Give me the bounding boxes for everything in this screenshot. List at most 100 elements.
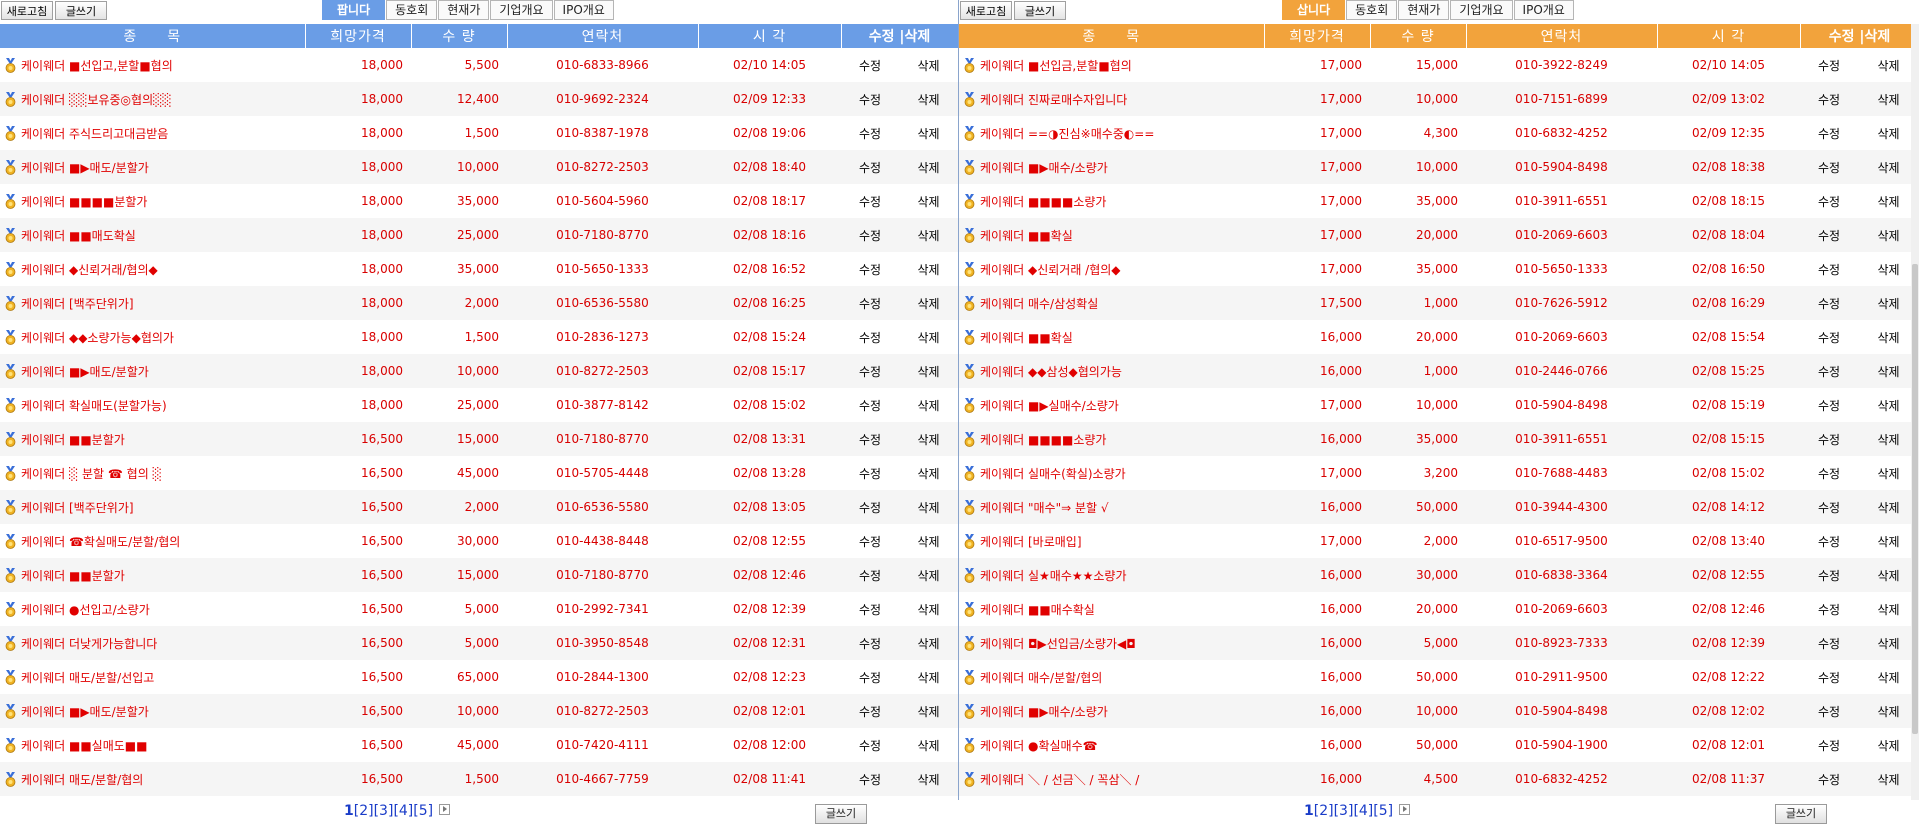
delete-link[interactable]: 삭제 (899, 48, 958, 82)
listing-title-cell[interactable]: 케이웨더 매도/분할/협의 (0, 762, 305, 796)
listing-title[interactable]: 케이웨더 ==◑진심※매수중◐== (980, 127, 1154, 141)
listing-title[interactable]: 케이웨더 매도/분할/협의 (21, 773, 143, 787)
scroll-thumb[interactable] (1912, 264, 1918, 734)
listing-title[interactable]: 케이웨더 ■■■■소량가 (980, 195, 1106, 209)
delete-link[interactable]: 삭제 (1858, 388, 1919, 422)
listing-title-cell[interactable]: 케이웨더 ░░보유중◎협의░░ (0, 82, 305, 116)
edit-link[interactable]: 수정 (1800, 218, 1858, 252)
page-link-3[interactable]: [3] (374, 803, 394, 819)
delete-link[interactable]: 삭제 (899, 456, 958, 490)
page-link-2[interactable]: [2] (354, 803, 374, 819)
edit-link[interactable]: 수정 (841, 626, 899, 660)
delete-link[interactable]: 삭제 (899, 592, 958, 626)
edit-link[interactable]: 수정 (1800, 524, 1858, 558)
listing-title[interactable]: 케이웨더 매수/삼성확실 (980, 297, 1098, 311)
delete-link[interactable]: 삭제 (899, 694, 959, 728)
listing-title-cell[interactable]: 케이웨더 매수/삼성확실 (959, 286, 1264, 320)
listing-title-cell[interactable]: 케이웨더 실★매수★★소량가 (959, 558, 1264, 592)
edit-link[interactable]: 수정 (1800, 456, 1858, 490)
delete-link[interactable]: 삭제 (899, 252, 958, 286)
listing-title[interactable]: 케이웨더 ■▶매수/소량가 (980, 705, 1108, 719)
edit-link[interactable]: 수정 (1800, 660, 1858, 694)
listing-title[interactable]: 케이웨더 "매수"⇒ 분할 √ (980, 501, 1109, 515)
delete-link[interactable]: 삭제 (1858, 252, 1919, 286)
listing-title-cell[interactable]: 케이웨더 ■▶매도/분할가 (0, 694, 305, 728)
edit-link[interactable]: 수정 (841, 286, 899, 320)
delete-link[interactable]: 삭제 (899, 626, 959, 660)
tab-ipo-overview[interactable]: IPO개요 (1513, 0, 1574, 20)
delete-link[interactable]: 삭제 (1858, 694, 1919, 728)
listing-title[interactable]: 케이웨더 ◘▶선입금/소량가◀◘ (980, 637, 1136, 651)
listing-title-cell[interactable]: 케이웨더 ◆◆삼성◆협의가능 (959, 354, 1264, 388)
listing-title-cell[interactable]: 케이웨더 ■▶실매수/소량가 (959, 388, 1264, 422)
edit-link[interactable]: 수정 (841, 116, 899, 150)
listing-title[interactable]: 케이웨더 ■선입금,분할■협의 (980, 59, 1132, 73)
edit-link[interactable]: 수정 (1800, 286, 1858, 320)
edit-link[interactable]: 수정 (1800, 388, 1858, 422)
edit-link[interactable]: 수정 (1800, 694, 1858, 728)
tab-sell[interactable]: 팝니다 (322, 0, 386, 20)
listing-title[interactable]: 케이웨더 ■■확실 (980, 331, 1073, 345)
listing-title[interactable]: 케이웨더 ■■■■소량가 (980, 433, 1106, 447)
page-link-5[interactable]: [5] (413, 803, 433, 819)
edit-link[interactable]: 수정 (1800, 728, 1858, 762)
delete-link[interactable]: 삭제 (1858, 116, 1919, 150)
listing-title-cell[interactable]: 케이웨더 ☎확실매도/분할/협의 (0, 524, 305, 558)
delete-link[interactable]: 삭제 (1858, 82, 1919, 116)
delete-link[interactable]: 삭제 (899, 524, 958, 558)
listing-title-cell[interactable]: 케이웨더 매수/분할/협의 (959, 660, 1264, 694)
listing-title-cell[interactable]: 케이웨더 더낮게가능합니다 (0, 626, 305, 660)
listing-title-cell[interactable]: 케이웨더 확실매도(분할가능) (0, 388, 305, 422)
edit-link[interactable]: 수정 (1800, 592, 1858, 626)
delete-link[interactable]: 삭제 (1858, 354, 1919, 388)
listing-title[interactable]: 케이웨더 ■■실매도■■ (21, 739, 147, 753)
delete-link[interactable]: 삭제 (1858, 218, 1919, 252)
listing-title[interactable]: 케이웨더 ■■분할가 (21, 433, 125, 447)
listing-title-cell[interactable]: 케이웨더 [바로매입] (959, 524, 1264, 558)
delete-link[interactable]: 삭제 (899, 422, 959, 456)
listing-title-cell[interactable]: 케이웨더 ■▶매도/분할가 (0, 150, 305, 184)
edit-link[interactable]: 수정 (841, 558, 899, 592)
listing-title-cell[interactable]: 케이웨더 ■▶매수/소량가 (959, 694, 1264, 728)
listing-title[interactable]: 케이웨더 실★매수★★소량가 (980, 569, 1127, 583)
listing-title-cell[interactable]: 케이웨더 ◘▶선입금/소량가◀◘ (959, 626, 1264, 660)
buy-write-button[interactable]: 글쓰기 (1014, 1, 1066, 20)
listing-title-cell[interactable]: 케이웨더 ■■■■소량가 (959, 184, 1264, 218)
listing-title[interactable]: 케이웨더 ◆◆삼성◆협의가능 (980, 365, 1122, 379)
delete-link[interactable]: 삭제 (1858, 728, 1919, 762)
listing-title-cell[interactable]: 케이웨더 ■■확실 (959, 320, 1264, 354)
listing-title[interactable]: 케이웨더 ■▶매도/분할가 (21, 161, 149, 175)
delete-link[interactable]: 삭제 (1858, 626, 1919, 660)
listing-title[interactable]: 케이웨더 ■■■■분할가 (21, 195, 147, 209)
next-arrow-icon[interactable] (439, 804, 451, 815)
listing-title[interactable]: 케이웨더 확실매도(분할가능) (21, 399, 167, 413)
listing-title-cell[interactable]: 케이웨더 ●확실매수☎ (959, 728, 1264, 762)
delete-link[interactable]: 삭제 (1858, 184, 1919, 218)
listing-title-cell[interactable]: 케이웨더 ●선입고/소량가 (0, 592, 305, 626)
edit-link[interactable]: 수정 (841, 320, 899, 354)
edit-link[interactable]: 수정 (1800, 354, 1858, 388)
listing-title[interactable]: 케이웨더 ◆신뢰거래 /협의◆ (980, 263, 1121, 277)
listing-title[interactable]: 케이웨더 주식드리고대금받음 (21, 127, 168, 141)
listing-title[interactable]: 케이웨더 실매수(확실)소량가 (980, 467, 1126, 481)
listing-title[interactable]: 케이웨더 진짜로매수자입니다 (980, 93, 1127, 107)
listing-title[interactable]: 케이웨더 ●확실매수☎ (980, 739, 1098, 753)
delete-link[interactable]: 삭제 (899, 762, 959, 796)
edit-link[interactable]: 수정 (841, 184, 899, 218)
page-link-4[interactable]: [4] (1353, 803, 1373, 819)
page-link-2[interactable]: [2] (1314, 803, 1334, 819)
edit-link[interactable]: 수정 (1800, 150, 1858, 184)
delete-link[interactable]: 삭제 (899, 388, 958, 422)
tab-current-price[interactable]: 현재가 (1398, 0, 1450, 20)
sell-refresh-button[interactable]: 새로고침 (1, 1, 53, 20)
listing-title[interactable]: 케이웨더 ●선입고/소량가 (21, 603, 150, 617)
delete-link[interactable]: 삭제 (1858, 286, 1919, 320)
listing-title[interactable]: 케이웨더 매수/분할/협의 (980, 671, 1102, 685)
listing-title[interactable]: 케이웨더 ◆신뢰거래/협의◆ (21, 263, 158, 277)
buy-write-bottom-button[interactable]: 글쓰기 (1775, 804, 1827, 824)
delete-link[interactable]: 삭제 (899, 150, 959, 184)
listing-title[interactable]: 케이웨더 ■▶실매수/소량가 (980, 399, 1119, 413)
listing-title-cell[interactable]: 케이웨더 ■■실매도■■ (0, 728, 305, 762)
listing-title-cell[interactable]: 케이웨더 ■■■■분할가 (0, 184, 305, 218)
buy-refresh-button[interactable]: 새로고침 (960, 1, 1012, 20)
